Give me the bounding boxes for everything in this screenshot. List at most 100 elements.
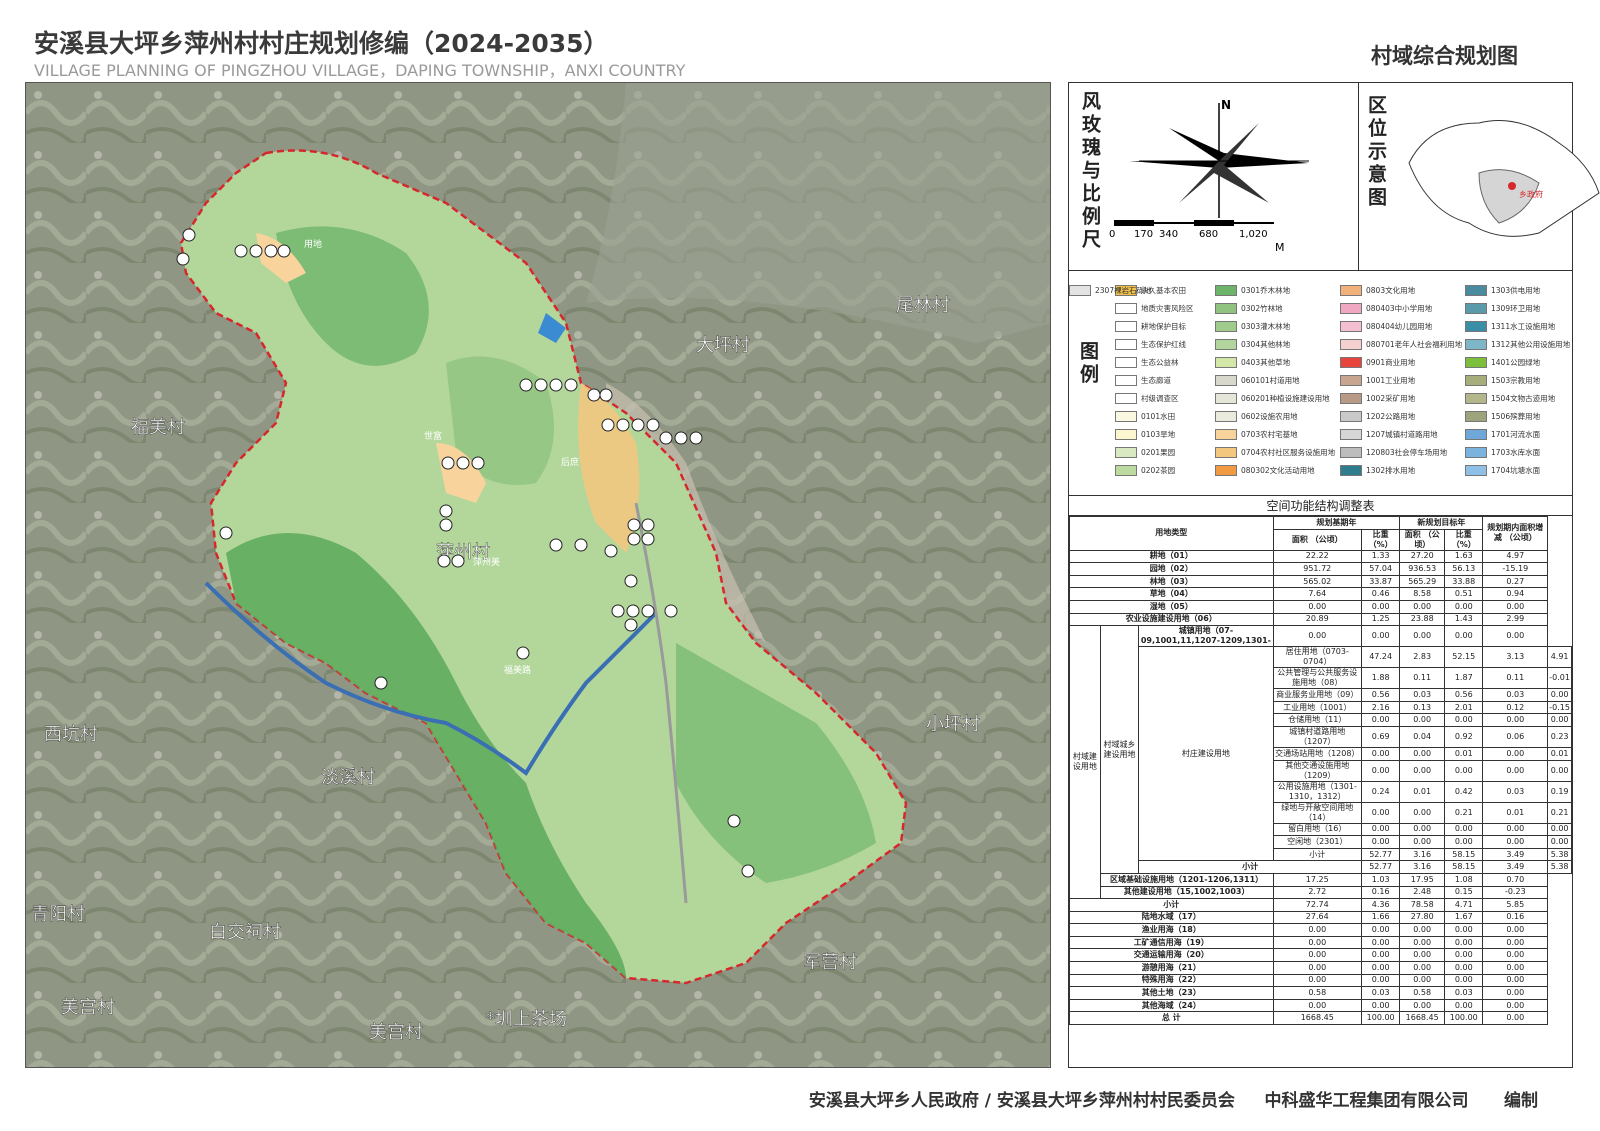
table-cell: 0.04 <box>1399 725 1446 748</box>
map-subtitle: VILLAGE PLANNING OF PINGZHOU VILLAGE，DAP… <box>34 61 686 80</box>
legend-item: 0303灌木林地 <box>1215 321 1290 332</box>
legend-text: 0703农村宅基地 <box>1241 430 1298 439</box>
table-cell: 3.13 <box>1482 646 1549 669</box>
table-cell: -15.19 <box>1482 562 1549 576</box>
table-cell: 0.94 <box>1482 587 1549 601</box>
table-cell: 0.00 <box>1272 973 1363 988</box>
legend-text: 080302文化活动用地 <box>1241 466 1315 475</box>
table-cell: 1.03 <box>1360 872 1401 887</box>
table-cell: 0.00 <box>1399 998 1446 1013</box>
legend-text: 2307裸岩石砾地 <box>1095 286 1152 295</box>
legend-text: 1001工业用地 <box>1366 376 1416 385</box>
legend-text: 0901商业用地 <box>1366 358 1416 367</box>
table-row: 其他建设用地（15,1002,1003） 2.72 0.16 2.48 0.15 -0.2… <box>1070 885 1572 900</box>
row-name: 其他交通设施用地（1209） <box>1272 759 1363 782</box>
row-name: 工矿通信用海（19） <box>1069 935 1274 950</box>
table-cell: 0.00 <box>1444 923 1484 937</box>
legend-item: 1311水工设施用地 <box>1465 321 1555 332</box>
legend-swatch <box>1115 303 1137 314</box>
legend-item: 1703水库水面 <box>1465 447 1540 458</box>
facility-icon <box>587 388 601 402</box>
table-row: 区域基础设施用地（1201-1206,1311） 17.25 1.03 17.95 1.… <box>1070 872 1572 887</box>
table-cell: 565.02 <box>1272 574 1363 589</box>
legend-swatch <box>1465 411 1487 422</box>
table-cell: 0.00 <box>1360 998 1401 1013</box>
facility-icon <box>219 526 233 540</box>
legend-item: 1701河流水面 <box>1465 429 1540 440</box>
row-name: 居住用地（0703-0704） <box>1272 646 1363 669</box>
legend-item: 0304其他林地 <box>1215 339 1290 350</box>
legend-text: 1311水工设施用地 <box>1491 322 1556 331</box>
map-canvas[interactable]: 尾林村 大坪村 福美村 萍州村 西坑村 小坪村 淡溪村 青阳村 白交祠村 军营村… <box>25 82 1051 1068</box>
legend-swatch <box>1115 393 1137 404</box>
row-name: 游憩用海（21） <box>1069 961 1274 975</box>
legend-swatch <box>1215 393 1237 404</box>
legend-item: 1202公路用地 <box>1340 411 1415 422</box>
legend-box: 图例 永久基本农田 地质灾害风险区 耕地保护目标 生态保护红线 生态公益林 生态廊道 村级调… <box>1069 271 1572 496</box>
table-cell: 17.25 <box>1272 872 1363 887</box>
legend-item: 0101水田 <box>1115 411 1175 422</box>
table-cell: 0.03 <box>1482 780 1549 803</box>
legend-swatch <box>1340 375 1362 386</box>
table-cell: 0.56 <box>1360 688 1401 702</box>
facility-icon <box>264 244 278 258</box>
row-name: 其他土地（23） <box>1069 986 1274 1000</box>
table-cell: -0.01 <box>1547 667 1572 690</box>
group-label: 村庄建设用地 <box>1138 646 1274 862</box>
legend-item: 0403其他草地 <box>1215 357 1290 368</box>
legend-item: 080302文化活动用地 <box>1215 465 1315 476</box>
row-name: 小计 <box>1138 860 1362 874</box>
table-cell: 0.00 <box>1360 973 1401 988</box>
table-row: 游憩用海（21） 0.00 0.00 0.00 0.00 0.00 <box>1069 961 1572 975</box>
north-arrow-label: N <box>1221 98 1231 112</box>
table-cell: 0.00 <box>1399 923 1446 937</box>
table-cell: 0.00 <box>1399 599 1446 614</box>
table-cell: 0.00 <box>1444 625 1484 648</box>
legend-swatch <box>1340 303 1362 314</box>
table-cell: 0.00 <box>1482 961 1549 975</box>
legend-text: 0403其他草地 <box>1241 358 1291 367</box>
legend-text: 080403中小学用地 <box>1366 304 1433 313</box>
row-name: 小计 <box>1272 847 1363 862</box>
legend-item: 0602设施农用地 <box>1215 411 1298 422</box>
table-cell: 3.16 <box>1399 847 1446 862</box>
table-cell: 0.00 <box>1360 822 1401 837</box>
table-cell: 0.00 <box>1360 923 1401 937</box>
legend-text: 村级调查区 <box>1141 394 1179 403</box>
legend-swatch <box>1115 357 1137 368</box>
legend-swatch <box>1215 339 1237 350</box>
table-row: 总 计 1668.45 100.00 1668.45 100.00 0.00 <box>1069 1011 1572 1026</box>
table-cell: 22.22 <box>1272 549 1363 564</box>
facility-icon <box>741 864 755 878</box>
facility-icon <box>182 228 196 242</box>
legend-text: 1401公园绿地 <box>1491 358 1541 367</box>
legend-item: 0703农村宅基地 <box>1215 429 1298 440</box>
location-label: 区位示意图 <box>1365 95 1387 210</box>
col-ratio: 比重 （%） <box>1360 528 1401 551</box>
table-cell: 27.64 <box>1272 910 1363 925</box>
row-name: 空闲地（2301） <box>1272 835 1363 849</box>
legend-swatch <box>1215 429 1237 440</box>
table-row: 渔业用海（18） 0.00 0.00 0.00 0.00 0.00 <box>1069 923 1572 937</box>
table-cell: 1.67 <box>1444 910 1484 925</box>
legend-item: 1303供电用地 <box>1465 285 1540 296</box>
label-qingyang: 青阳村 <box>31 904 85 925</box>
table-cell: 27.20 <box>1399 549 1446 564</box>
label-shifu: 世富 <box>424 430 442 442</box>
facility-icon <box>249 244 263 258</box>
row-name: 城镇村道路用地（1207） <box>1272 725 1363 748</box>
legend-text: 060101村道用地 <box>1241 376 1300 385</box>
legend-swatch <box>1340 339 1362 350</box>
table-cell: 20.89 <box>1272 612 1363 627</box>
legend-item: 1207城镇村道路用地 <box>1340 429 1438 440</box>
table-cell: 0.00 <box>1399 759 1446 782</box>
table-cell: 0.00 <box>1399 961 1446 975</box>
col-base: 规划基期年 <box>1272 516 1401 530</box>
map-svg[interactable]: 尾林村 大坪村 福美村 萍州村 西坑村 小坪村 淡溪村 青阳村 白交祠村 军营村… <box>26 83 1051 1068</box>
legend-swatch <box>1340 447 1362 458</box>
table-cell: 0.69 <box>1360 725 1401 748</box>
legend-swatch <box>1115 339 1137 350</box>
table-cell: 2.16 <box>1360 700 1401 715</box>
legend-text: 0101水田 <box>1141 412 1176 421</box>
label-pingzhoumei: 萍州美 <box>473 556 500 568</box>
